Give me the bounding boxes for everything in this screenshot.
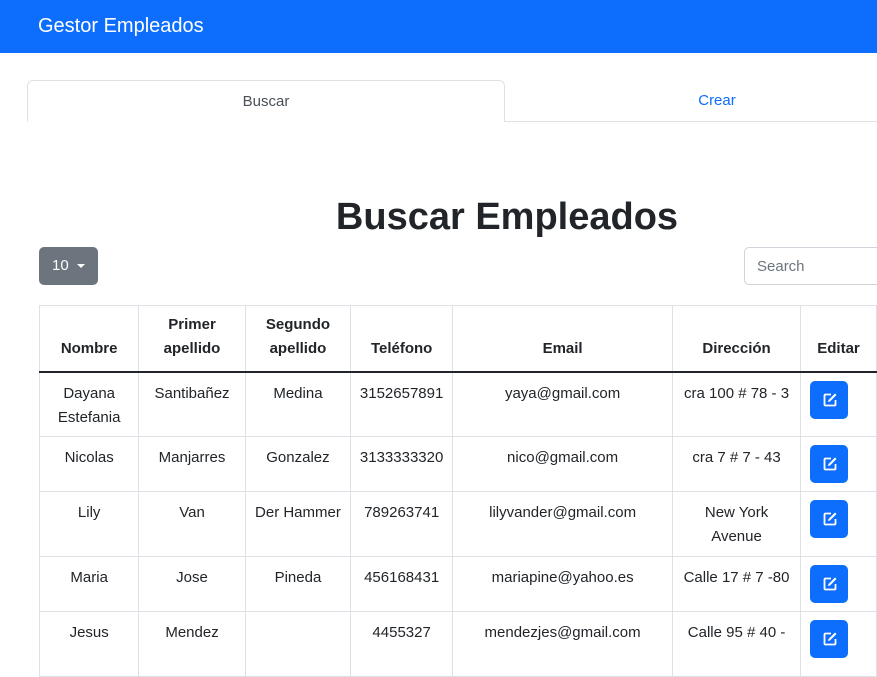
cell-email: mendezjes@gmail.com <box>452 611 674 677</box>
pencil-square-icon <box>823 512 837 526</box>
header-telefono[interactable]: Teléfono <box>350 305 454 373</box>
edit-button[interactable] <box>809 620 848 658</box>
cell-editar <box>799 611 877 677</box>
cell-segundo-apellido <box>244 611 352 677</box>
tab-bar: Buscar Crear <box>27 80 877 122</box>
header-nombre[interactable]: Nombre <box>38 305 140 373</box>
cell-segundo-apellido: Pineda <box>244 556 352 612</box>
edit-button[interactable] <box>809 565 848 603</box>
cell-email: nico@gmail.com <box>452 436 674 492</box>
cell-telefono: 3152657891 <box>350 371 454 437</box>
page-size-dropdown[interactable]: 10 <box>39 247 98 285</box>
cell-email: yaya@gmail.com <box>452 371 674 437</box>
pencil-square-icon <box>823 577 837 591</box>
cell-editar <box>799 371 877 437</box>
cell-editar <box>799 436 877 492</box>
header-email[interactable]: Email <box>452 305 674 373</box>
cell-direccion: Calle 17 # 7 -80 <box>672 556 801 612</box>
cell-segundo-apellido: Der Hammer <box>244 491 352 557</box>
cell-direccion: cra 100 # 78 - 3 <box>672 371 801 437</box>
employees-table: Nombre Primer apellido Segundo apellido … <box>38 305 877 677</box>
cell-segundo-apellido: Medina <box>244 371 352 437</box>
cell-telefono: 3133333320 <box>350 436 454 492</box>
edit-button[interactable] <box>809 445 848 483</box>
cell-primer-apellido: Van <box>138 491 246 557</box>
edit-button[interactable] <box>809 500 848 538</box>
cell-primer-apellido: Santibañez <box>138 371 246 437</box>
caret-down-icon <box>77 264 85 268</box>
cell-editar <box>799 556 877 612</box>
navbar: Gestor Empleados <box>0 0 877 53</box>
cell-nombre: Nicolas <box>38 436 140 492</box>
cell-telefono: 789263741 <box>350 491 454 557</box>
tab-buscar[interactable]: Buscar <box>27 80 505 122</box>
pencil-square-icon <box>823 457 837 471</box>
cell-direccion: Calle 95 # 40 - <box>672 611 801 677</box>
navbar-brand[interactable]: Gestor Empleados <box>38 14 204 38</box>
header-direccion[interactable]: Dirección <box>672 305 801 373</box>
header-segundo-apellido[interactable]: Segundo apellido <box>244 305 352 373</box>
page-title: Buscar Empleados <box>335 196 679 238</box>
cell-email: lilyvander@gmail.com <box>452 491 674 557</box>
cell-telefono: 456168431 <box>350 556 454 612</box>
pencil-square-icon <box>823 632 837 646</box>
table-row: Nicolas Manjarres Gonzalez 3133333320 ni… <box>38 436 877 492</box>
search-input[interactable] <box>744 247 877 285</box>
cell-direccion: New York Avenue <box>672 491 801 557</box>
cell-nombre: Maria <box>38 556 140 612</box>
edit-button[interactable] <box>809 380 848 419</box>
pencil-square-icon <box>823 393 837 406</box>
cell-email: mariapine@yahoo.es <box>452 556 674 612</box>
cell-nombre: Jesus <box>38 611 140 677</box>
cell-primer-apellido: Jose <box>138 556 246 612</box>
header-primer-apellido[interactable]: Primer apellido <box>138 305 246 373</box>
table-row: Lily Van Der Hammer 789263741 lilyvander… <box>38 491 877 557</box>
table-row: Maria Jose Pineda 456168431 mariapine@ya… <box>38 556 877 612</box>
header-editar: Editar <box>799 305 877 373</box>
table-header-row: Nombre Primer apellido Segundo apellido … <box>38 305 877 373</box>
page-size-value: 10 <box>52 257 69 274</box>
table-row: Jesus Mendez 4455327 mendezjes@gmail.com… <box>38 611 877 677</box>
tab-crear[interactable]: Crear <box>505 80 877 121</box>
cell-segundo-apellido: Gonzalez <box>244 436 352 492</box>
cell-primer-apellido: Manjarres <box>138 436 246 492</box>
cell-primer-apellido: Mendez <box>138 611 246 677</box>
cell-telefono: 4455327 <box>350 611 454 677</box>
cell-direccion: cra 7 # 7 - 43 <box>672 436 801 492</box>
cell-nombre: Lily <box>38 491 140 557</box>
table-row: Dayana Estefania Santibañez Medina 31526… <box>38 371 877 437</box>
cell-nombre: Dayana Estefania <box>38 371 140 437</box>
cell-editar <box>799 491 877 557</box>
